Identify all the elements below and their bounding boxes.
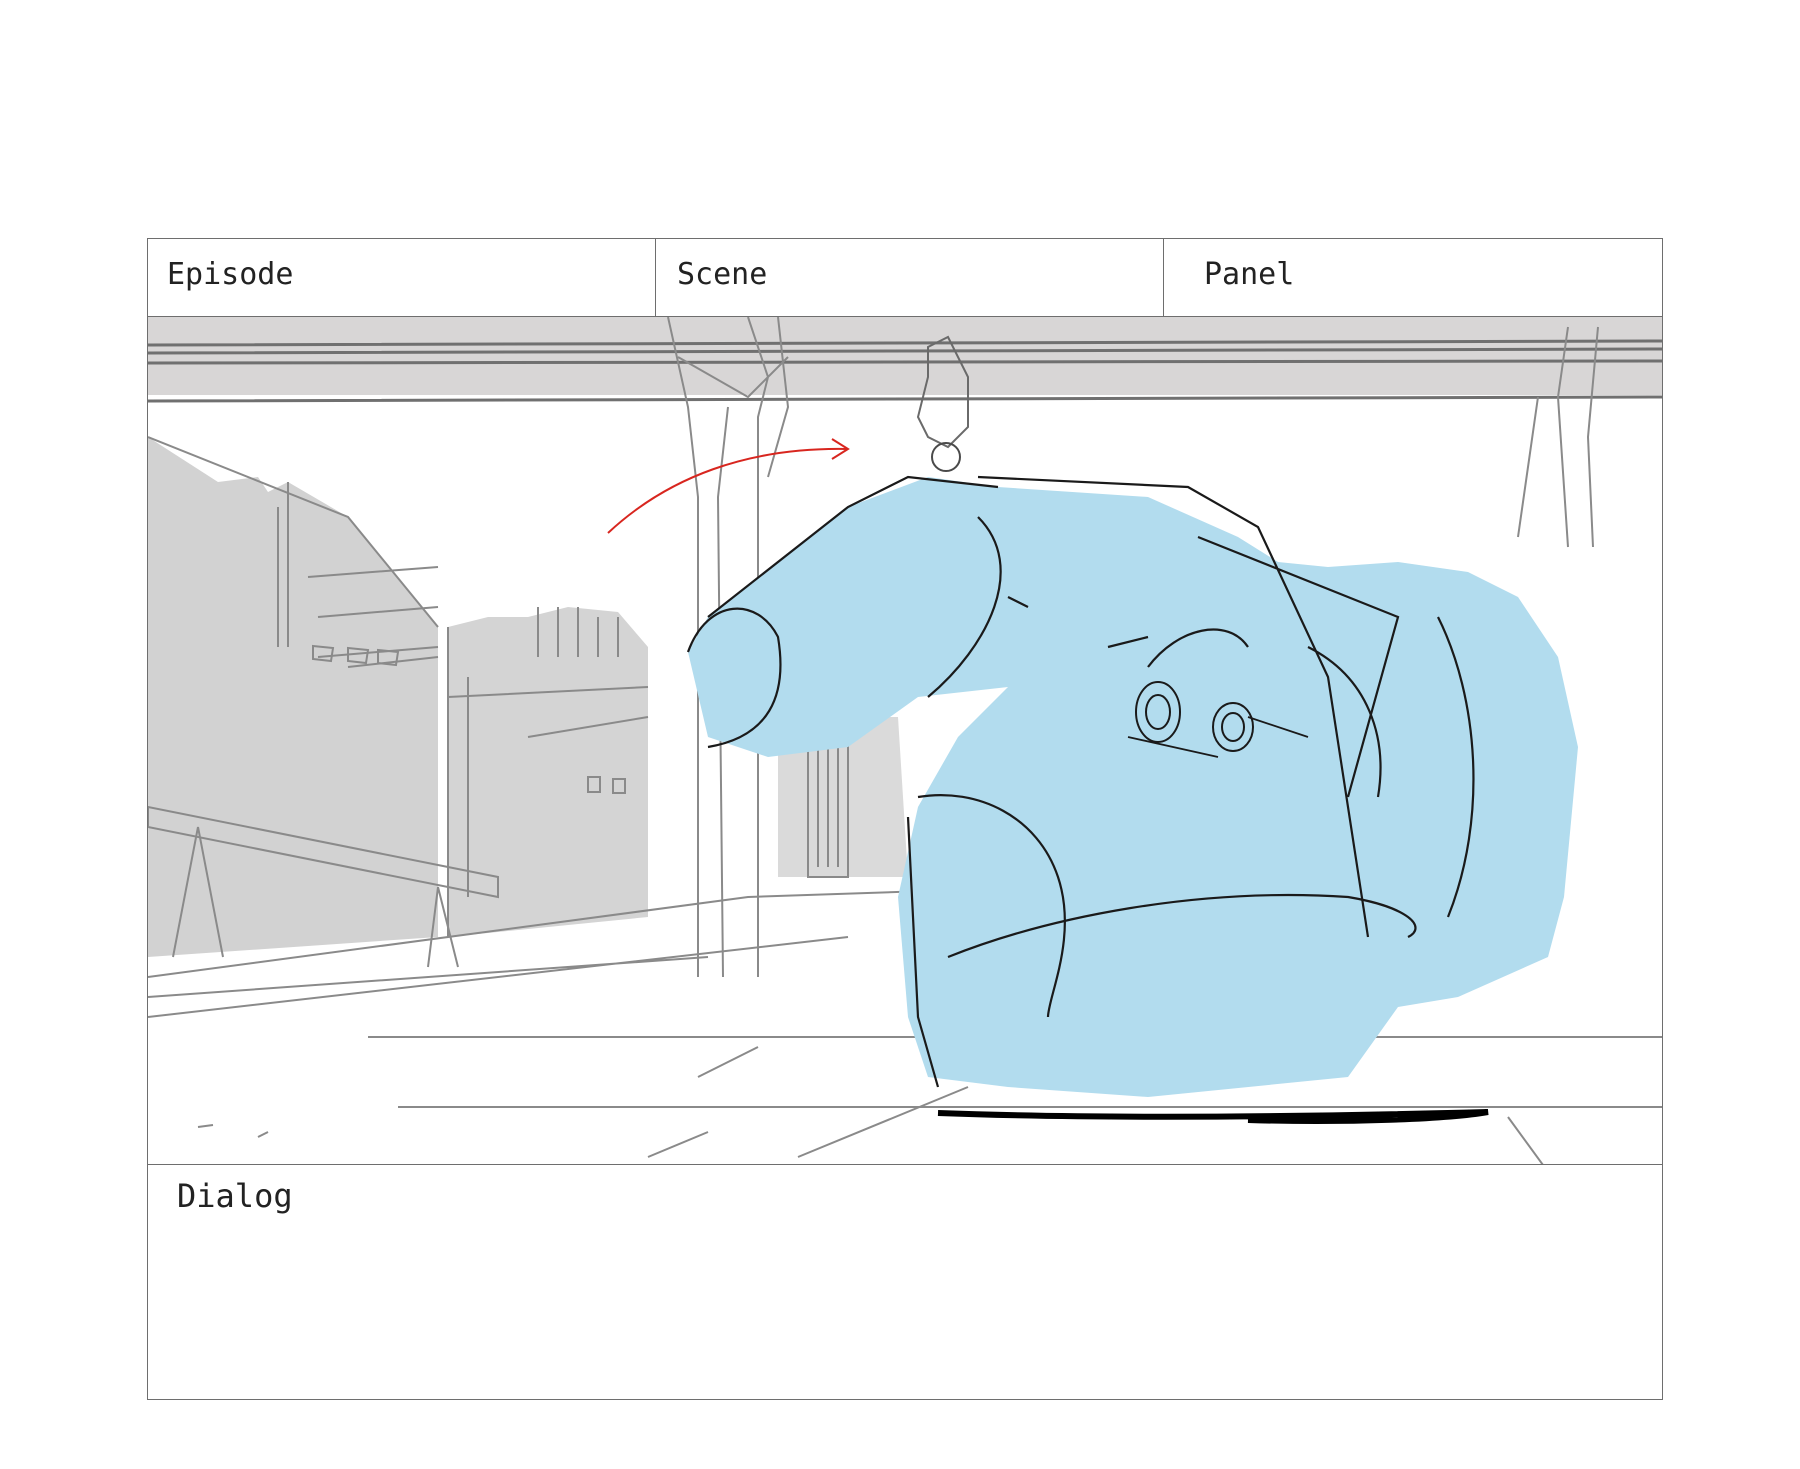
episode-label: Episode bbox=[167, 257, 294, 292]
episode-field[interactable]: Episode bbox=[148, 239, 656, 316]
panel-label: Panel bbox=[1204, 257, 1295, 292]
overpass bbox=[148, 317, 1662, 403]
storyboard-sheet: Episode Scene Panel Dialog bbox=[147, 238, 1663, 1400]
motion-arrow bbox=[607, 438, 850, 534]
scene-label: Scene bbox=[677, 257, 768, 292]
building-left-fill bbox=[148, 437, 438, 957]
scene-field[interactable]: Scene bbox=[656, 239, 1164, 316]
dialog-label: Dialog bbox=[177, 1177, 293, 1215]
panel-field[interactable]: Panel bbox=[1164, 239, 1662, 316]
storyboard-header: Episode Scene Panel bbox=[148, 239, 1662, 317]
dialog-field[interactable]: Dialog bbox=[148, 1165, 1662, 1399]
sketch-panel bbox=[148, 317, 1662, 1165]
storyboard-sketch bbox=[148, 317, 1662, 1164]
ground-shadow bbox=[937, 1109, 1489, 1124]
